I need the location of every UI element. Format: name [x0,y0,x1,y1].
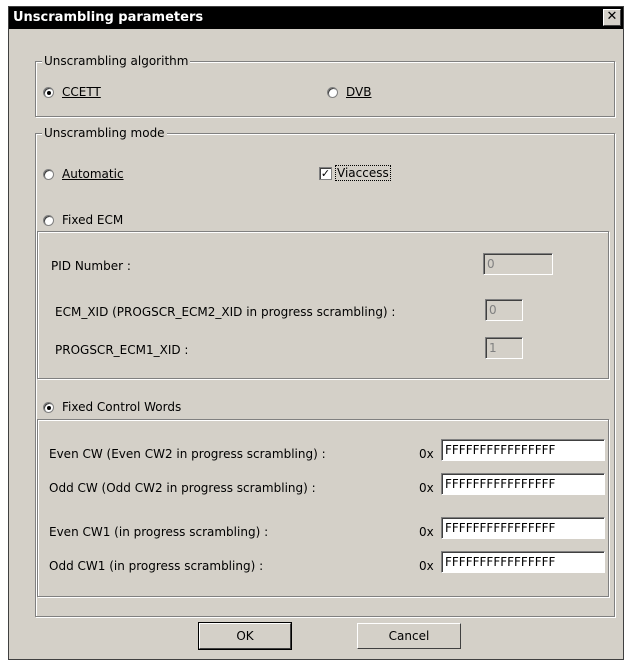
automatic-radio[interactable]: Automatic [43,167,124,181]
pid-number-field[interactable] [483,253,553,275]
algorithm-group: Unscrambling algorithm [35,54,615,117]
fixed-control-words-radio-label: Fixed Control Words [62,400,182,414]
fixed-ecm-radio-indicator [43,214,54,226]
odd-cw-field[interactable] [441,473,605,495]
dvb-radio-indicator [327,86,338,98]
title-bar: Unscrambling parameters ✕ [9,7,623,29]
viaccess-checkbox-label: Viaccess [335,165,391,181]
ecm-xid-label: ECM_XID (PROGSCR_ECM2_XID in progress sc… [55,305,396,319]
even-cw1-label: Even CW1 (in progress scrambling) : [49,525,269,539]
fixed-control-words-radio[interactable]: Fixed Control Words [43,400,181,414]
cancel-button[interactable]: Cancel [357,623,461,649]
fixed-ecm-radio[interactable]: Fixed ECM [43,213,123,227]
viaccess-checkbox[interactable]: ✓ Viaccess [319,165,391,181]
cancel-button-label: Cancel [388,629,430,643]
ccett-radio-label: CCETT [62,85,101,99]
check-icon: ✓ [319,166,332,180]
dvb-radio[interactable]: DVB [327,85,371,99]
ccett-radio[interactable]: CCETT [43,85,101,99]
even-cw1-prefix: 0x [419,525,434,539]
odd-cw-label: Odd CW (Odd CW2 in progress scrambling) … [49,481,316,495]
even-cw-prefix: 0x [419,447,434,461]
algorithm-group-title: Unscrambling algorithm [42,54,191,68]
progscr-ecm1-xid-field[interactable] [485,337,523,359]
close-button[interactable]: ✕ [603,9,621,26]
ok-button-label: OK [236,629,254,643]
automatic-radio-label: Automatic [62,167,124,181]
progscr-ecm1-xid-label: PROGSCR_ECM1_XID : [55,343,189,357]
even-cw-field[interactable] [441,439,605,461]
odd-cw1-label: Odd CW1 (in progress scrambling) : [49,559,264,573]
close-icon: ✕ [606,9,618,24]
unscrambling-dialog: Unscrambling parameters ✕ Unscrambling a… [8,6,624,660]
dvb-radio-label: DVB [346,85,372,99]
even-cw1-field[interactable] [441,517,605,539]
ok-button[interactable]: OK [198,622,292,650]
odd-cw1-prefix: 0x [419,559,434,573]
odd-cw-prefix: 0x [419,481,434,495]
ecm-xid-field[interactable] [485,299,523,321]
pid-number-label: PID Number : [51,259,131,273]
fixed-control-words-radio-indicator [43,401,54,413]
even-cw-label: Even CW (Even CW2 in progress scrambling… [49,447,326,461]
automatic-radio-indicator [43,168,54,180]
odd-cw1-field[interactable] [441,551,605,573]
ccett-radio-indicator [43,86,54,98]
dialog-title: Unscrambling parameters [13,10,204,25]
fixed-ecm-radio-label: Fixed ECM [62,213,124,227]
mode-group-title: Unscrambling mode [42,126,167,140]
